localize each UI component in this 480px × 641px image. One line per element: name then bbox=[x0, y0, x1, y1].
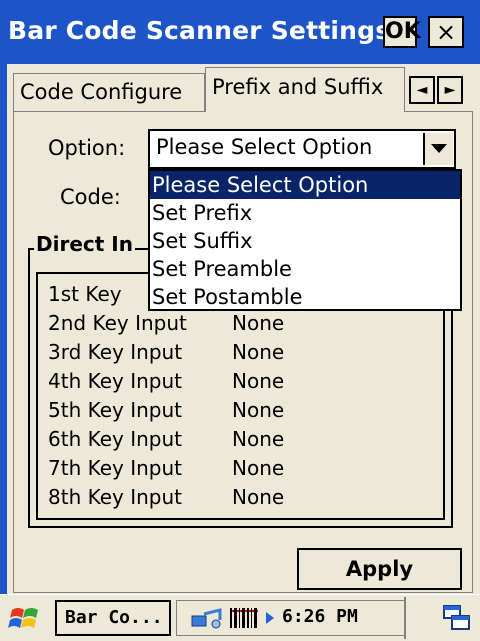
barcode-icon[interactable] bbox=[228, 606, 260, 630]
key-input-value: None bbox=[232, 456, 285, 480]
tab-scroll-left-button[interactable]: ◄ bbox=[409, 76, 435, 104]
key-input-label: 5th Key Input bbox=[48, 398, 183, 422]
dropdown-option-please-select[interactable]: Please Select Option bbox=[150, 171, 460, 199]
key-input-value: None bbox=[232, 340, 285, 364]
arrow-right-icon: ► bbox=[444, 82, 456, 98]
close-button[interactable]: × bbox=[428, 16, 464, 48]
taskbar-app-button[interactable]: Bar Co... bbox=[55, 600, 171, 636]
key-input-label: 7th Key Input bbox=[48, 456, 183, 480]
dropdown-option-set-postamble[interactable]: Set Postamble bbox=[150, 283, 460, 311]
key-input-label: 8th Key Input bbox=[48, 485, 183, 509]
apply-button[interactable]: Apply bbox=[297, 548, 462, 590]
tab-prefix-and-suffix[interactable]: Prefix and Suffix bbox=[205, 67, 405, 112]
key-input-value: None bbox=[232, 427, 285, 451]
window-title: Bar Code Scanner Settings bbox=[8, 16, 391, 45]
chevron-down-icon bbox=[431, 144, 447, 153]
start-button[interactable] bbox=[8, 604, 42, 634]
code-label: Code: bbox=[60, 185, 121, 209]
key-input-label: 3rd Key Input bbox=[48, 340, 183, 364]
clock[interactable]: 6:26 PM bbox=[282, 606, 358, 627]
key-input-label: 4th Key Input bbox=[48, 369, 183, 393]
tray-arrow-icon[interactable] bbox=[264, 610, 276, 626]
dropdown-option-set-preamble[interactable]: Set Preamble bbox=[150, 255, 460, 283]
option-select[interactable]: Please Select Option bbox=[148, 129, 456, 169]
direct-input-group-title: Direct In bbox=[34, 232, 135, 256]
window-border bbox=[0, 64, 7, 594]
key-input-label: 2nd Key Input bbox=[48, 311, 187, 335]
tab-scroll-right-button[interactable]: ► bbox=[437, 76, 463, 104]
option-label: Option: bbox=[48, 136, 126, 160]
tab-code-configure[interactable]: Code Configure bbox=[13, 73, 205, 111]
key-input-value: None bbox=[232, 398, 285, 422]
key-input-value: None bbox=[232, 311, 285, 335]
option-dropdown-list[interactable]: Please Select Option Set Prefix Set Suff… bbox=[148, 169, 462, 311]
ok-button[interactable]: OK bbox=[383, 16, 421, 48]
desktop-icon[interactable] bbox=[442, 604, 472, 632]
dropdown-option-set-suffix[interactable]: Set Suffix bbox=[150, 227, 460, 255]
key-input-value: None bbox=[232, 369, 285, 393]
option-select-value: Please Select Option bbox=[156, 135, 373, 159]
network-icon[interactable] bbox=[190, 606, 224, 630]
start-flag-icon bbox=[8, 608, 38, 628]
dropdown-button[interactable] bbox=[423, 133, 453, 165]
key-input-value: None bbox=[232, 485, 285, 509]
dropdown-option-set-prefix[interactable]: Set Prefix bbox=[150, 199, 460, 227]
key-input-label: 6th Key Input bbox=[48, 427, 183, 451]
arrow-left-icon: ◄ bbox=[416, 82, 428, 98]
screen: Bar Code Scanner Settings OK × Code Conf… bbox=[0, 0, 480, 641]
taskbar-separator bbox=[404, 597, 406, 639]
